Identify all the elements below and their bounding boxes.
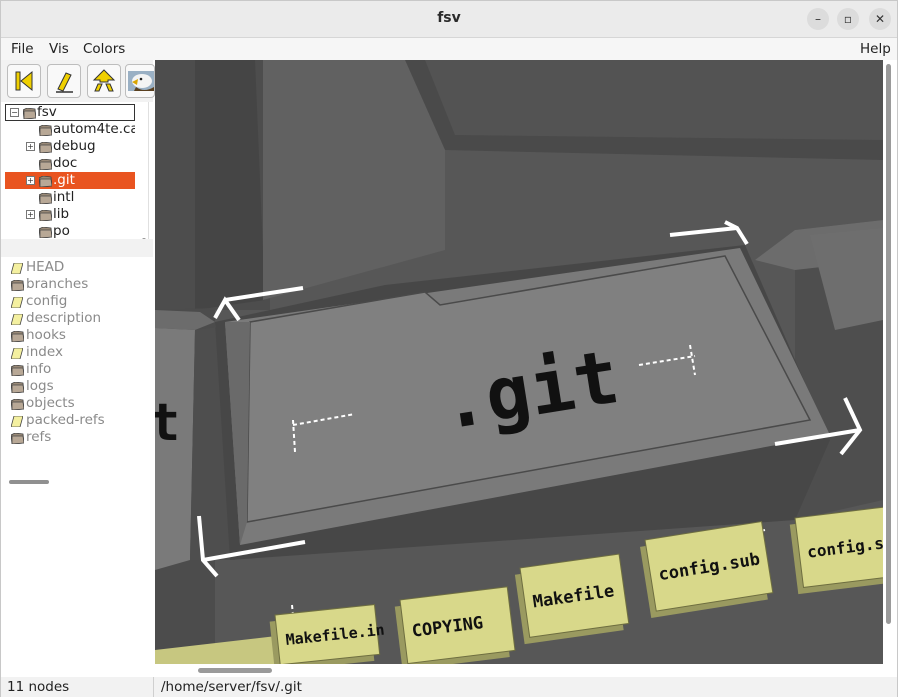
folder-icon xyxy=(38,209,53,222)
title-bar[interactable]: fsv – ▫ ✕ xyxy=(1,1,897,38)
birdseye-button[interactable] xyxy=(47,64,81,98)
toolbar xyxy=(1,60,155,102)
viewport-horizontal-scrollbar[interactable] xyxy=(198,668,272,673)
folder-icon xyxy=(10,381,25,394)
cd-up-icon xyxy=(92,69,116,92)
tree-item-label: intl xyxy=(53,189,75,205)
tree-item[interactable]: + lib xyxy=(5,206,135,223)
tree-item-label: autom4te.cache xyxy=(53,121,135,137)
list-item-label: description xyxy=(26,310,102,326)
tree-item[interactable]: + .git xyxy=(5,172,135,189)
back-button[interactable] xyxy=(7,64,41,98)
list-item-label: hooks xyxy=(26,327,66,343)
folder-icon xyxy=(38,124,53,137)
window-title: fsv xyxy=(437,10,461,26)
left-partial-label: t xyxy=(155,393,180,453)
folder-icon xyxy=(10,330,25,343)
tree-item-label: po xyxy=(53,223,70,239)
app-window: fsv – ▫ ✕ File Vis Colors Help − fsv aut… xyxy=(0,0,898,697)
file-icon xyxy=(10,262,24,275)
file-block[interactable]: Makefile xyxy=(514,553,630,645)
expand-icon[interactable]: + xyxy=(26,176,35,185)
tree-item[interactable]: po xyxy=(5,223,135,239)
tree-item-label: .git xyxy=(53,172,75,188)
close-button[interactable]: ✕ xyxy=(869,8,891,30)
eagle-button[interactable] xyxy=(125,64,155,98)
directory-tree[interactable]: − fsvautom4te.cache + debugdoc + .gitintl + lib… xyxy=(5,102,149,239)
file-list[interactable]: HEAD branches config description hooks index i… xyxy=(5,258,148,678)
list-item-label: info xyxy=(26,361,52,377)
file-block[interactable]: COPYING xyxy=(394,586,516,664)
list-item-label: HEAD xyxy=(26,259,65,275)
folder-icon xyxy=(38,175,53,188)
tree-item-label: lib xyxy=(53,206,70,222)
list-item-label: objects xyxy=(26,395,75,411)
folder-icon xyxy=(38,192,53,205)
folder-icon xyxy=(10,279,25,292)
tree-item[interactable]: autom4te.cache xyxy=(5,121,135,138)
menu-help[interactable]: Help xyxy=(860,41,891,57)
tree-item-label: debug xyxy=(53,138,96,154)
back-to-root-icon xyxy=(15,70,33,92)
status-bar: 11 nodes /home/server/fsv/.git xyxy=(1,677,897,697)
minimize-icon: – xyxy=(815,12,821,26)
current-path: /home/server/fsv/.git xyxy=(161,679,302,695)
menu-file[interactable]: File xyxy=(11,41,34,57)
expand-icon[interactable]: + xyxy=(26,142,35,151)
tree-item[interactable]: − fsv xyxy=(5,104,135,121)
3d-viewport[interactable]: t .git Makefile.in COPYING Makefile conf… xyxy=(155,60,883,664)
minimize-button[interactable]: – xyxy=(807,8,829,30)
folder-icon xyxy=(38,141,53,154)
tree-item[interactable]: + debug xyxy=(5,138,135,155)
menu-bar: File Vis Colors Help xyxy=(1,38,897,60)
file-icon xyxy=(10,415,24,428)
menu-colors[interactable]: Colors xyxy=(83,41,125,57)
folder-icon xyxy=(10,398,25,411)
list-item-label: config xyxy=(26,293,68,309)
viewport-vertical-scrollbar[interactable] xyxy=(886,64,891,624)
folder-icon xyxy=(10,364,25,377)
eagle-icon xyxy=(128,71,154,91)
tree-scroll-area xyxy=(1,239,153,484)
tree-item-label: doc xyxy=(53,155,78,171)
file-icon xyxy=(10,347,24,360)
treev-scene: t .git Makefile.in COPYINGMakefileconfig… xyxy=(155,60,883,664)
maximize-button[interactable]: ▫ xyxy=(837,8,859,30)
tree-item-label: fsv xyxy=(37,104,57,120)
folder-icon xyxy=(38,226,53,239)
node-count: 11 nodes xyxy=(7,679,70,695)
list-item-label: index xyxy=(26,344,63,360)
maximize-icon: ▫ xyxy=(843,12,853,26)
expand-icon[interactable]: + xyxy=(26,210,35,219)
list-item-label: refs xyxy=(26,429,52,445)
folder-icon xyxy=(22,107,37,120)
close-icon: ✕ xyxy=(874,12,886,26)
birdseye-view-icon xyxy=(56,72,73,93)
list-item-label: logs xyxy=(26,378,54,394)
collapse-icon[interactable]: − xyxy=(10,108,19,117)
file-block[interactable]: config.st xyxy=(789,504,883,595)
menu-vis[interactable]: Vis xyxy=(49,41,69,57)
list-item-label: branches xyxy=(26,276,89,292)
file-icon xyxy=(10,296,24,309)
cd-up-button[interactable] xyxy=(87,64,121,98)
tree-item[interactable]: intl xyxy=(5,189,135,206)
tree-item[interactable]: doc xyxy=(5,155,135,172)
folder-icon xyxy=(10,432,25,445)
file-icon xyxy=(10,313,24,326)
folder-icon xyxy=(38,158,53,171)
list-item-label: packed-refs xyxy=(26,412,105,428)
status-separator xyxy=(153,677,154,697)
